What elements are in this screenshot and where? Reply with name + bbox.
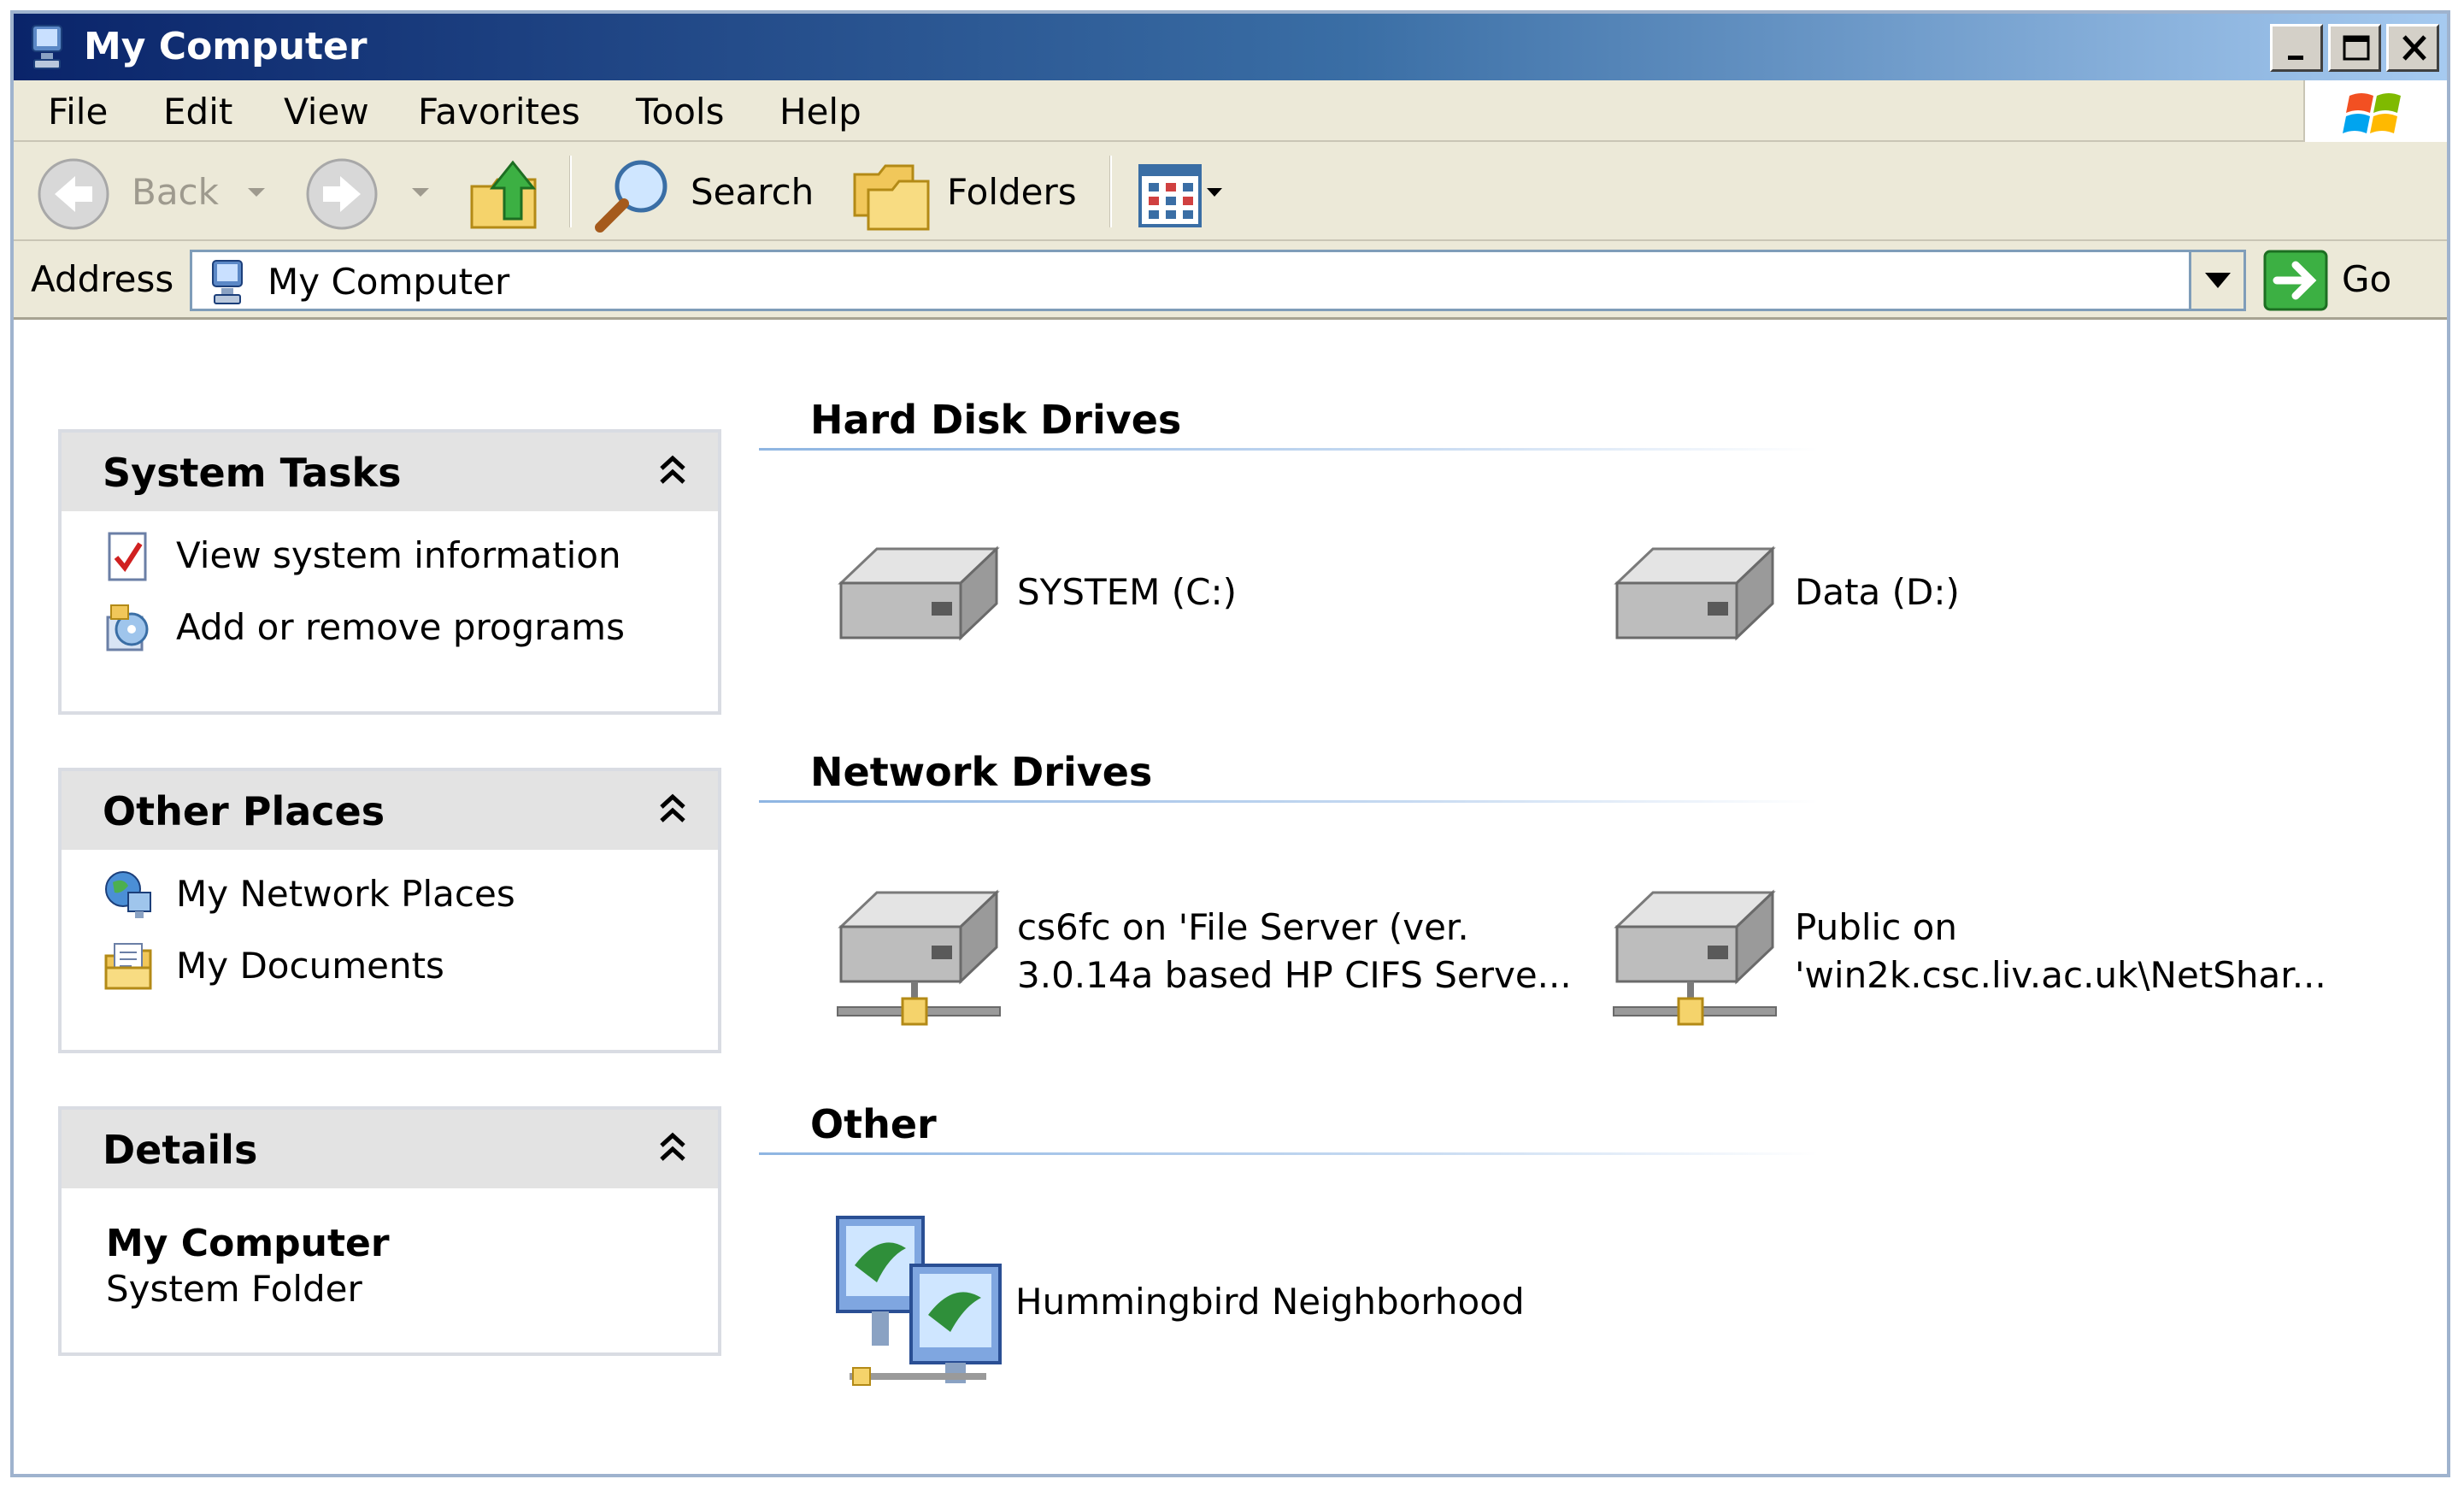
menu-tools[interactable]: Tools	[636, 92, 724, 132]
address-value: My Computer	[268, 261, 510, 303]
back-label[interactable]: Back	[132, 173, 219, 212]
system-tasks-title: System Tasks	[103, 450, 402, 496]
network-drive-public[interactable]: Public on 'win2k.csc.liv.ac.uk\NetShar..…	[1605, 882, 2391, 1036]
task-label: View system information	[176, 534, 621, 576]
network-drive-label-line1: Public on	[1795, 906, 1957, 948]
group-divider	[759, 1152, 1819, 1155]
details-panel: Details My Computer System Folder	[58, 1106, 721, 1356]
drive-label: Data (D:)	[1795, 571, 1960, 613]
hard-drive-icon	[1614, 545, 1776, 641]
details-item-type: System Folder	[106, 1268, 362, 1310]
place-my-network-places[interactable]: My Network Places	[103, 863, 515, 925]
group-divider	[759, 448, 1819, 451]
menu-edit[interactable]: Edit	[163, 92, 232, 132]
drive-data-d[interactable]: Data (D:)	[1605, 539, 2374, 650]
up-folder-icon[interactable]	[467, 152, 544, 234]
network-places-icon	[105, 871, 151, 918]
window-title: My Computer	[84, 25, 368, 68]
menu-help[interactable]: Help	[779, 92, 862, 132]
minimize-icon	[2288, 56, 2303, 60]
task-label: Add or remove programs	[176, 606, 625, 648]
other-places-panel: Other Places My Network Places My Docume…	[58, 768, 721, 1053]
details-header[interactable]: Details	[62, 1110, 718, 1188]
network-drive-label-line1: cs6fc on 'File Server (ver.	[1017, 906, 1469, 948]
details-title: Details	[103, 1127, 258, 1173]
windows-logo-box	[2303, 80, 2447, 142]
task-add-remove-programs[interactable]: Add or remove programs	[103, 597, 625, 658]
group-network-drives: Network Drives	[810, 749, 1153, 795]
close-icon	[2402, 35, 2426, 61]
back-arrow-icon[interactable]	[36, 156, 118, 233]
network-drive-icon	[837, 889, 1001, 1026]
menu-bar: File Edit View Favorites Tools Help	[14, 80, 2447, 142]
collapse-chevron-icon[interactable]	[658, 1130, 687, 1164]
toolbar-separator	[1109, 156, 1112, 227]
address-bar: Address My Computer Go	[14, 241, 2447, 320]
address-input[interactable]: My Computer	[190, 250, 2246, 311]
go-button[interactable]: Go	[2342, 260, 2391, 299]
my-computer-icon	[212, 260, 243, 304]
details-item-name: My Computer	[106, 1222, 390, 1265]
minimize-button[interactable]	[2270, 24, 2323, 72]
system-tasks-panel: System Tasks View system information Add…	[58, 429, 721, 715]
back-dropdown-arrow-icon[interactable]	[244, 185, 268, 200]
address-dropdown-button[interactable]	[2189, 252, 2243, 309]
menu-file[interactable]: File	[48, 92, 108, 132]
system-info-icon	[108, 532, 147, 581]
menu-favorites[interactable]: Favorites	[418, 92, 580, 132]
search-icon[interactable]	[591, 154, 677, 236]
standard-toolbar: Back Search Folders	[14, 142, 2447, 241]
collapse-chevron-icon[interactable]	[658, 792, 687, 826]
my-documents-icon	[104, 943, 152, 990]
drive-system-c[interactable]: SYSTEM (C:)	[829, 539, 1564, 650]
network-drive-icon	[1613, 889, 1777, 1026]
group-divider	[759, 800, 1819, 803]
network-drive-label-line2: 3.0.14a based HP CIFS Serve...	[1017, 954, 1572, 996]
place-label: My Documents	[176, 945, 444, 987]
content-area: System Tasks View system information Add…	[14, 320, 2447, 1474]
hard-drive-icon	[838, 545, 1000, 641]
forward-arrow-icon[interactable]	[301, 156, 383, 233]
hummingbird-neighborhood[interactable]: Hummingbird Neighborhood	[829, 1214, 1564, 1394]
address-label: Address	[31, 258, 174, 300]
place-my-documents[interactable]: My Documents	[103, 935, 444, 997]
add-remove-programs-icon	[106, 604, 149, 651]
group-hard-disk-drives: Hard Disk Drives	[810, 397, 1182, 443]
other-item-label: Hummingbird Neighborhood	[1015, 1281, 1525, 1323]
hummingbird-neighborhood-icon	[836, 1216, 1002, 1386]
maximize-button[interactable]	[2328, 24, 2381, 72]
views-icon[interactable]	[1137, 162, 1226, 231]
explorer-window: My Computer File Edit View Favorites Too…	[10, 10, 2450, 1477]
search-label[interactable]: Search	[691, 173, 814, 212]
task-view-system-info[interactable]: View system information	[103, 525, 621, 586]
network-drive-label-line2: 'win2k.csc.liv.ac.uk\NetShar...	[1795, 954, 2326, 996]
collapse-chevron-icon[interactable]	[658, 453, 687, 487]
forward-dropdown-arrow-icon[interactable]	[409, 185, 432, 200]
go-arrow-icon[interactable]	[2263, 250, 2328, 311]
menu-view[interactable]: View	[284, 92, 369, 132]
title-bar[interactable]: My Computer	[14, 14, 2447, 80]
place-label: My Network Places	[176, 873, 515, 915]
network-drive-cs6fc[interactable]: cs6fc on 'File Server (ver. 3.0.14a base…	[829, 882, 1581, 1036]
chevron-down-icon	[2205, 273, 2231, 288]
my-computer-icon	[32, 25, 62, 69]
other-places-title: Other Places	[103, 788, 385, 834]
other-places-header[interactable]: Other Places	[62, 771, 718, 850]
folders-label[interactable]: Folders	[947, 173, 1077, 212]
system-tasks-header[interactable]: System Tasks	[62, 433, 718, 511]
drive-label: SYSTEM (C:)	[1017, 571, 1238, 613]
toolbar-separator	[569, 156, 572, 227]
close-button[interactable]	[2386, 24, 2439, 72]
maximize-icon	[2343, 35, 2370, 61]
folders-icon[interactable]	[851, 156, 933, 234]
windows-flag-icon	[2343, 93, 2401, 133]
group-other: Other	[810, 1101, 937, 1147]
